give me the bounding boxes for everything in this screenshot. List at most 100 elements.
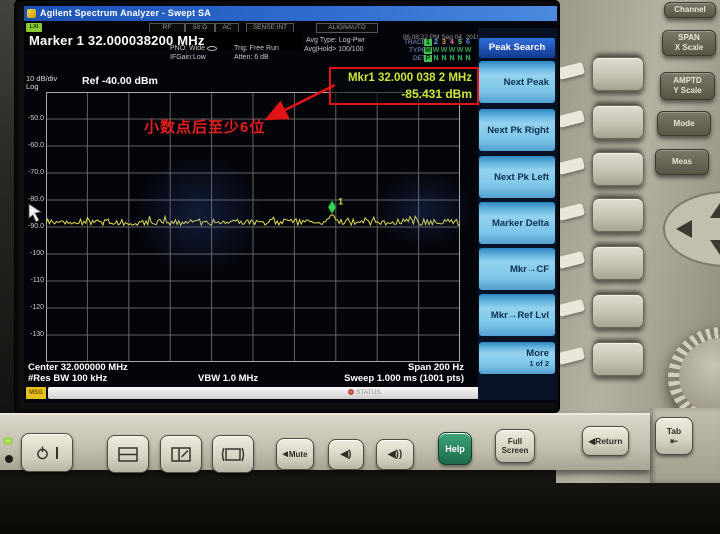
marker-readout-annotation-box: Mkr1 32.000 038 2 MHz -85.431 dBm	[329, 67, 479, 105]
return-button[interactable]: ◀Return	[582, 426, 629, 456]
window-split-button[interactable]	[107, 435, 149, 473]
mute-label: Mute	[288, 449, 308, 459]
window-titlebar: Agilent Spectrum Analyzer - Swept SA	[24, 6, 557, 21]
marker-frequency-readout: Mkr1 32.000 038 2 MHz	[347, 72, 472, 84]
trigger-setting: Trig: Free Run	[234, 45, 279, 52]
softkey-press-button-3[interactable]	[592, 152, 644, 186]
amptd-yscale-button[interactable]: AMPTD Y Scale	[660, 72, 715, 100]
pno-loop-icon	[207, 45, 218, 51]
softkey-press-button-1[interactable]	[592, 57, 644, 91]
y-tick-label: -90.0	[28, 223, 44, 230]
span-xscale-button[interactable]: SPAN X Scale	[662, 30, 716, 56]
power-button[interactable]	[21, 433, 73, 472]
arrow-keypad[interactable]	[648, 190, 720, 268]
status-icon	[348, 389, 354, 395]
annotation-note: 小数点后至少6位	[144, 119, 266, 136]
status-indicator: STATUS	[348, 389, 381, 396]
softkey-press-button-5[interactable]	[592, 246, 644, 280]
lxi-badge: LXI	[26, 23, 42, 32]
mode-button[interactable]: Mode	[657, 111, 711, 136]
softkey-press-button-4[interactable]	[592, 198, 644, 232]
atten-setting: Atten: 6 dB	[234, 54, 269, 61]
softkey-next-pk-right[interactable]: Next Pk Right	[479, 109, 555, 151]
softkey-lever	[556, 251, 586, 269]
annotation-arrow-icon	[264, 83, 336, 121]
msg-badge: MSG	[26, 387, 46, 399]
more-label: More	[526, 348, 549, 359]
pno-label: PNO: Wide	[170, 45, 206, 52]
marker-amplitude-readout: -85.431 dBm	[401, 87, 472, 101]
right-panel: Channel SPAN X Scale AMPTD Y Scale Mode …	[556, 0, 720, 483]
speaker-loud-icon: ◀))	[387, 449, 403, 460]
window-zoom-button[interactable]	[160, 435, 202, 473]
softkey-mkr-to-cf[interactable]: Mkr→CF	[479, 248, 555, 290]
det-row: DET PNNNNN	[394, 55, 478, 63]
channel-button[interactable]: Channel	[664, 2, 716, 18]
softkey-more[interactable]: More 1 of 2	[479, 342, 555, 374]
more-page-indicator: 1 of 2	[529, 359, 549, 368]
speaker-quiet-icon: ◀)	[340, 449, 352, 460]
trace-label: TRACE	[403, 39, 426, 46]
meas-button[interactable]: Meas	[655, 149, 709, 175]
y-tick-label: -60.0	[28, 142, 44, 149]
help-button[interactable]: Help	[438, 432, 472, 465]
res-bw-label: #Res BW 100 kHz	[28, 373, 108, 384]
softkey-lever	[556, 110, 586, 128]
split-window-icon	[118, 446, 138, 462]
y-tick-label: -120	[29, 304, 44, 311]
tab-button[interactable]: Tab ⇤	[655, 417, 693, 455]
softkey-menu: Peak Search Next Peak Next Pk Right Next…	[478, 28, 557, 400]
softkey-lever	[556, 203, 586, 221]
vbw-label: VBW 1.0 MHz	[198, 373, 259, 384]
softkey-next-pk-left[interactable]: Next Pk Left	[479, 156, 555, 198]
softkey-marker-delta[interactable]: Marker Delta	[479, 202, 555, 244]
y-tick-label: -100	[29, 250, 44, 257]
softkey-lever	[556, 157, 586, 175]
softkey-press-button-7[interactable]	[592, 342, 644, 376]
y-tick-label: -50.0	[28, 115, 44, 122]
span-label: Span 200 Hz	[408, 362, 464, 373]
svg-text:1: 1	[338, 197, 343, 207]
pno-setting: PNO: Wide	[170, 45, 218, 52]
volume-up-button[interactable]: ◀))	[376, 439, 414, 470]
det-letters: PNNNNN	[424, 55, 471, 62]
avg-hold-setting: Avg|Hold> 100/100	[304, 46, 364, 53]
ref-level-label: Ref -40.00 dBm	[82, 75, 158, 87]
align-status: ALIGNAUTO	[316, 23, 378, 33]
type-row: TYPE M WWWWW	[394, 47, 478, 55]
speaker-mute-icon: ◀	[282, 451, 288, 458]
ifgain-setting: IFGain:Low	[170, 54, 206, 61]
softkey-menu-title: Peak Search	[479, 38, 555, 58]
zoom-window-icon	[171, 446, 191, 462]
type-letters: M WWWWW	[424, 47, 472, 54]
avg-type-setting: Avg Type: Log-Pwr	[306, 37, 365, 44]
window-next-button[interactable]	[212, 435, 254, 473]
window-title: Agilent Spectrum Analyzer - Swept SA	[40, 8, 211, 18]
softkey-press-button-6[interactable]	[592, 294, 644, 328]
sweep-label: Sweep 1.000 ms (1001 pts)	[344, 373, 464, 384]
y-tick-label: -130	[29, 331, 44, 338]
y-tick-label: -70.0	[28, 169, 44, 176]
y-tick-label: -110	[30, 277, 45, 284]
scale-mode-label: Log	[26, 82, 39, 91]
softkey-lever	[556, 62, 586, 80]
softkey-lever	[556, 347, 586, 365]
spectrum-analyzer-front: Channel SPAN X Scale AMPTD Y Scale Mode …	[0, 0, 720, 534]
next-window-icon	[221, 447, 245, 461]
power-led	[3, 437, 13, 445]
power-icon	[36, 446, 48, 459]
softkey-mkr-to-reflvl[interactable]: Mkr→Ref Lvl	[479, 294, 555, 336]
mute-button[interactable]: ◀ Mute	[276, 438, 314, 470]
trace-digits: 123456	[424, 39, 472, 46]
center-freq-label: Center 32.000000 MHz	[28, 362, 128, 373]
mouse-cursor-icon	[28, 203, 43, 223]
standby-led	[5, 455, 13, 463]
full-screen-button[interactable]: Full Screen	[495, 429, 535, 463]
softkey-press-button-2[interactable]	[592, 105, 644, 139]
tab-key-module: Tab ⇤	[650, 408, 720, 483]
volume-down-button[interactable]: ◀)	[328, 439, 364, 470]
screen-bezel: Agilent Spectrum Analyzer - Swept SA LXI…	[14, 0, 560, 413]
trace-row: TRACE 123456	[394, 39, 478, 47]
softkey-next-peak[interactable]: Next Peak	[479, 61, 555, 103]
app-icon	[27, 9, 36, 18]
